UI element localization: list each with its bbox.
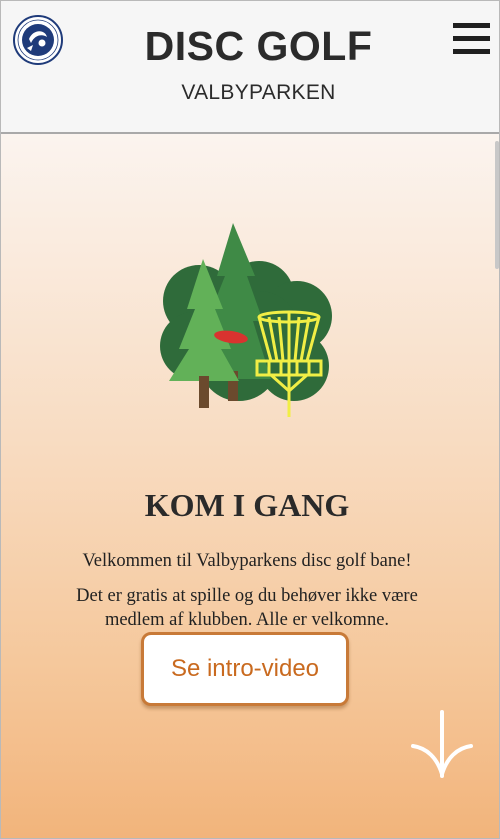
page-title: DISC GOLF: [144, 23, 373, 69]
scrollbar[interactable]: [495, 141, 499, 269]
site-header: DISC GOLF VALBYPARKEN: [1, 1, 499, 134]
hamburger-menu-icon[interactable]: [453, 23, 490, 55]
disc-golf-basket-trees-illustration-icon: [159, 221, 334, 421]
scroll-down-arrow-icon[interactable]: [409, 708, 475, 782]
app-frame: DISC GOLF VALBYPARKEN KOM I GANG Velkomm…: [0, 0, 500, 839]
page-subtitle: VALBYPARKEN: [181, 81, 336, 104]
intro-video-button[interactable]: Se intro-video: [141, 632, 349, 706]
info-text: Det er gratis at spille og du behøver ik…: [76, 586, 418, 630]
welcome-text: Velkommen til Valbyparkens disc golf ban…: [82, 551, 412, 571]
section-heading: KOM I GANG: [144, 487, 350, 523]
